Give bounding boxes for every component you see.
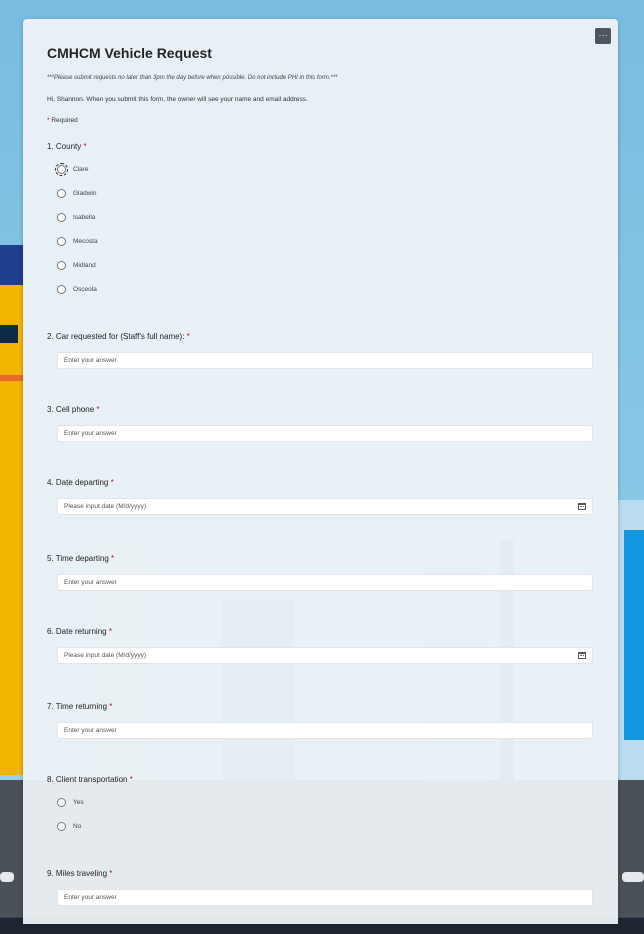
required-star: * — [109, 702, 113, 711]
radio-button[interactable] — [57, 260, 66, 270]
miles-traveling-input[interactable]: Enter your answer — [57, 889, 593, 906]
input-placeholder: Enter your answer — [64, 430, 117, 437]
more-options-button[interactable]: ··· — [595, 28, 611, 44]
question-date-returning-label: 6. Date returning * — [47, 627, 112, 636]
radio-button[interactable] — [57, 797, 66, 807]
radio-button[interactable] — [57, 284, 66, 294]
required-star: * — [110, 478, 114, 487]
question-text: 3. Cell phone — [47, 405, 95, 414]
radio-option-midland[interactable]: Midland — [57, 258, 96, 272]
required-star: * — [109, 869, 113, 878]
option-label: Gladwin — [73, 189, 97, 197]
form-notice: ***Please submit requests no later than … — [47, 75, 338, 81]
option-label: Yes — [73, 798, 84, 806]
radio-button[interactable] — [55, 162, 68, 176]
radio-option-osceola[interactable]: Osceola — [57, 282, 97, 296]
question-miles-traveling-label: 9. Miles traveling * — [47, 869, 112, 878]
question-time-returning-label: 7. Time returning * — [47, 702, 112, 711]
question-text: 7. Time returning — [47, 702, 108, 711]
question-county-label: 1. County * — [47, 142, 87, 151]
question-date-departing-label: 4. Date departing * — [47, 478, 114, 487]
question-time-departing-label: 5. Time departing * — [47, 554, 114, 563]
question-text: 2. Car requested for (Staff's full name)… — [47, 332, 185, 341]
question-text: 1. County — [47, 142, 82, 151]
time-returning-input[interactable]: Enter your answer — [57, 722, 593, 739]
radio-button[interactable] — [57, 236, 66, 246]
time-departing-input[interactable]: Enter your answer — [57, 574, 593, 591]
date-returning-input[interactable]: Please input date (M/d/yyyy) — [57, 647, 593, 664]
question-text: 5. Time departing — [47, 554, 109, 563]
option-label: Isabella — [73, 213, 96, 221]
option-label: Osceola — [73, 285, 97, 293]
required-star: * — [47, 117, 50, 124]
form-card: ··· CMHCM Vehicle Request ***Please subm… — [23, 19, 618, 924]
question-cell-phone-label: 3. Cell phone * — [47, 405, 100, 414]
calendar-icon[interactable] — [578, 503, 586, 510]
input-placeholder: Enter your answer — [64, 894, 117, 901]
input-placeholder: Enter your answer — [64, 727, 117, 734]
question-text: 4. Date departing — [47, 478, 109, 487]
radio-option-yes[interactable]: Yes — [57, 795, 84, 809]
input-placeholder: Enter your answer — [64, 357, 117, 364]
radio-option-clare[interactable]: Clare — [55, 162, 89, 176]
option-label: Clare — [73, 165, 89, 173]
radio-option-isabella[interactable]: Isabella — [57, 210, 95, 224]
required-star: * — [111, 554, 115, 563]
input-placeholder: Please input date (M/d/yyyy) — [64, 652, 147, 659]
radio-button[interactable] — [57, 821, 66, 831]
radio-option-gladwin[interactable]: Gladwin — [57, 186, 96, 200]
question-car-requested-for-label: 2. Car requested for (Staff's full name)… — [47, 332, 190, 341]
radio-button[interactable] — [57, 212, 66, 222]
required-star: * — [108, 627, 112, 636]
question-text: 9. Miles traveling — [47, 869, 108, 878]
option-label: Midland — [73, 261, 96, 269]
required-star: * — [96, 405, 100, 414]
option-label: Mecosta — [73, 237, 98, 245]
cell-phone-input[interactable]: Enter your answer — [57, 425, 593, 442]
calendar-icon[interactable] — [578, 652, 586, 659]
required-star: * — [129, 775, 133, 784]
required-star: * — [83, 142, 87, 151]
input-placeholder: Please input date (M/d/yyyy) — [64, 503, 147, 510]
radio-option-mecosta[interactable]: Mecosta — [57, 234, 98, 248]
car-requested-for-input[interactable]: Enter your answer — [57, 352, 593, 369]
input-placeholder: Enter your answer — [64, 579, 117, 586]
date-departing-input[interactable]: Please input date (M/d/yyyy) — [57, 498, 593, 515]
question-client-transportation-label: 8. Client transportation * — [47, 775, 133, 784]
required-note: * Required — [47, 117, 78, 124]
radio-option-no[interactable]: No — [57, 819, 81, 833]
radio-button[interactable] — [57, 188, 66, 198]
option-label: No — [73, 822, 82, 830]
question-text: 6. Date returning — [47, 627, 107, 636]
required-star: * — [186, 332, 190, 341]
identity-note: Hi, Shannon. When you submit this form, … — [47, 96, 308, 103]
question-text: 8. Client transportation — [47, 775, 128, 784]
form-title: CMHCM Vehicle Request — [47, 45, 212, 61]
required-note-text: Required — [51, 117, 78, 124]
